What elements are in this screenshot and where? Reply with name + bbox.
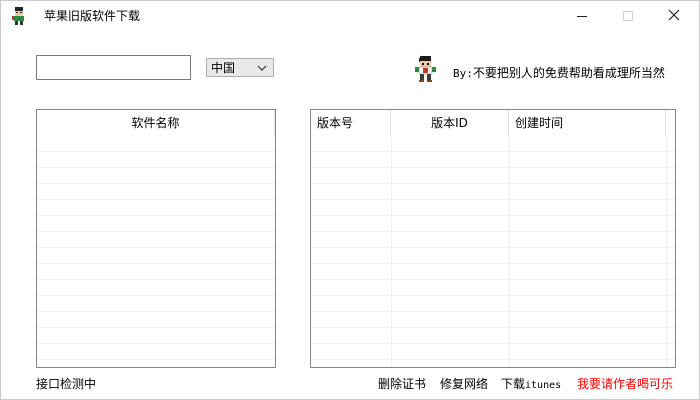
software-list-rows — [37, 136, 275, 367]
download-itunes-link[interactable]: 下载itunes — [501, 375, 561, 392]
minimize-button[interactable] — [559, 1, 605, 31]
list-row — [37, 152, 275, 168]
list-row — [311, 232, 675, 248]
list-row — [37, 184, 275, 200]
title-bar: 苹果旧版软件下载 — [1, 1, 699, 31]
donate-link[interactable]: 我要请作者喝可乐 — [577, 375, 673, 392]
chevron-down-icon — [255, 61, 269, 75]
close-icon — [668, 9, 680, 24]
author-mascot-icon — [414, 56, 438, 82]
column-header-version-id[interactable]: 版本ID — [391, 110, 509, 136]
list-row — [311, 248, 675, 264]
list-row — [37, 328, 275, 344]
list-row — [311, 328, 675, 344]
delete-cert-link[interactable]: 删除证书 — [378, 375, 426, 392]
column-header-software-name[interactable]: 软件名称 — [37, 110, 275, 136]
software-list-header: 软件名称 — [37, 110, 275, 136]
list-row — [311, 344, 675, 360]
version-list-header: 版本号 版本ID 创建时间 — [311, 110, 675, 136]
repair-network-link[interactable]: 修复网络 — [440, 375, 488, 392]
mascot-icon — [11, 7, 27, 25]
search-input[interactable] — [36, 55, 191, 80]
list-row — [37, 344, 275, 360]
column-header-created-time[interactable]: 创建时间 — [509, 110, 666, 136]
list-row — [311, 152, 675, 168]
maximize-button[interactable] — [605, 1, 651, 31]
list-row — [37, 200, 275, 216]
list-row — [37, 216, 275, 232]
list-row — [311, 168, 675, 184]
list-row — [311, 280, 675, 296]
list-row — [37, 136, 275, 152]
list-row — [311, 184, 675, 200]
close-button[interactable] — [651, 1, 697, 31]
software-list[interactable]: 软件名称 — [36, 109, 276, 368]
app-window: 苹果旧版软件下载 中国 By:不要把别人的免费帮助看成理所当然 软件名称 版本号… — [0, 0, 700, 400]
download-itunes-prefix: 下载 — [501, 377, 526, 391]
list-row — [311, 200, 675, 216]
minimize-icon — [577, 15, 587, 17]
maximize-icon — [623, 11, 633, 21]
column-header-version[interactable]: 版本号 — [311, 110, 391, 136]
status-text: 接口检测中 — [36, 377, 97, 391]
window-title: 苹果旧版软件下载 — [44, 9, 141, 23]
version-list[interactable]: 版本号 版本ID 创建时间 — [310, 109, 676, 368]
list-row — [311, 296, 675, 312]
author-prefix: By: — [453, 67, 473, 80]
list-row — [37, 248, 275, 264]
author-note: By:不要把别人的免费帮助看成理所当然 — [453, 64, 665, 81]
list-row — [37, 232, 275, 248]
region-select[interactable]: 中国 — [206, 58, 274, 77]
list-row — [311, 136, 675, 152]
author-note-text: 不要把别人的免费帮助看成理所当然 — [472, 66, 665, 80]
list-row — [311, 216, 675, 232]
download-itunes-name: itunes — [525, 380, 562, 391]
version-list-rows — [311, 136, 675, 367]
list-row — [37, 168, 275, 184]
region-selected-value: 中国 — [211, 61, 236, 75]
list-row — [311, 312, 675, 328]
list-row — [37, 312, 275, 328]
list-row — [37, 296, 275, 312]
list-row — [37, 264, 275, 280]
list-row — [311, 264, 675, 280]
list-row — [37, 280, 275, 296]
